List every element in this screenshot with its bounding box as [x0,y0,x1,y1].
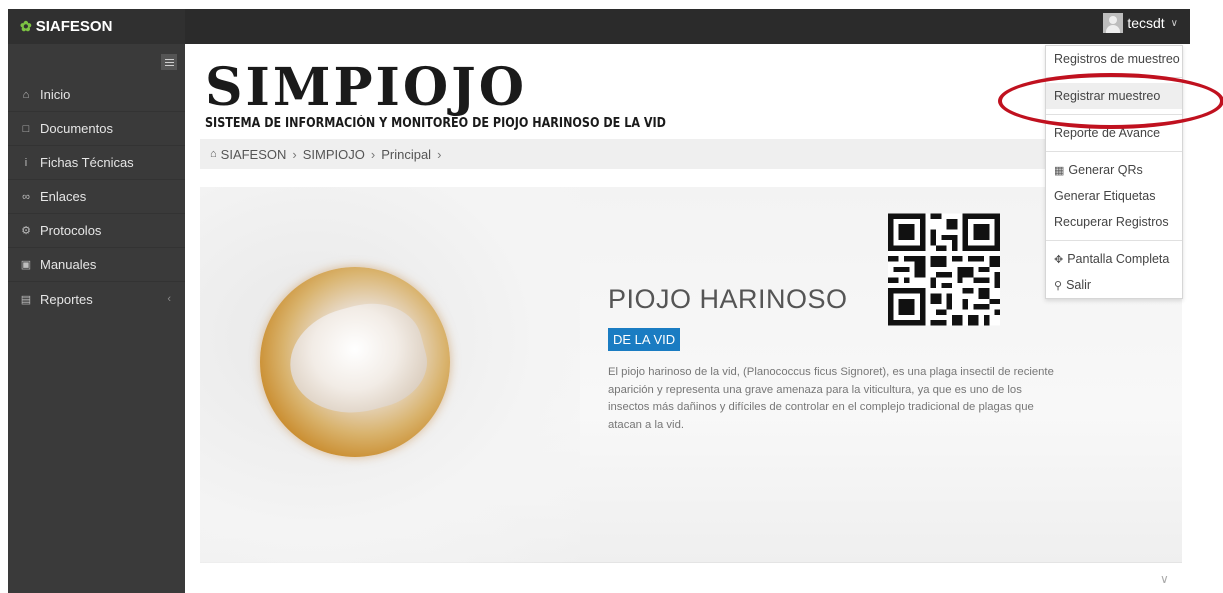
hero-title: PIOJO HARINOSO [608,284,848,314]
sidebar: ⌂ Inicio □ Documentos i Fichas Técnicas … [8,44,185,593]
menu-item-reporte-avance[interactable]: Reporte de Avance [1046,120,1182,146]
sidebar-item-manuales[interactable]: ▣ Manuales [8,248,185,282]
sidebar-item-label: Protocolos [40,223,102,238]
sidebar-item-protocolos[interactable]: ⚙ Protocolos [8,214,185,248]
book-icon: ▣ [20,259,32,271]
breadcrumb: ⌂ SIAFESON › SIMPIOJO › Principal › [200,139,1050,169]
info-icon: i [24,156,28,169]
sidebar-menu: ⌂ Inicio □ Documentos i Fichas Técnicas … [8,78,185,316]
folder-icon: □ [22,122,30,135]
menu-item-registrar-muestreo[interactable]: Registrar muestreo [1046,83,1182,109]
chevron-left-icon: ‹ [167,293,171,305]
qr-icon: ▦ [1054,164,1065,177]
brand-logo[interactable]: ✿ SIAFESON [8,9,185,44]
sidebar-toggle-button[interactable] [161,54,177,70]
sidebar-item-reportes[interactable]: ▤ Reportes ‹ [8,282,185,316]
user-menu[interactable]: tecsdt ∨ [1103,13,1178,33]
chevron-right-icon: › [437,146,442,162]
menu-divider [1046,77,1182,78]
home-icon: ⌂ [22,88,30,101]
menu-item-pantalla-completa[interactable]: ✥ Pantalla Completa [1046,246,1182,272]
breadcrumb-item[interactable]: SIAFESON [221,147,287,162]
logo-subtitle: SISTEMA DE INFORMACIÓN Y MONITOREO DE PI… [205,116,666,131]
user-name: tecsdt [1127,15,1165,31]
chevron-right-icon: › [292,146,297,162]
menu-item-registros-muestreo[interactable]: Registros de muestreo [1046,46,1182,72]
menu-item-salir[interactable]: ⚲ Salir [1046,272,1182,298]
hero-description: El piojo harinoso de la vid, (Planococcu… [608,366,1054,431]
sidebar-item-label: Enlaces [40,189,87,204]
sidebar-item-enlaces[interactable]: ∞ Enlaces [8,180,185,214]
app-logo: SIMPIOJO SISTEMA DE INFORMACIÓN Y MONITO… [205,57,741,132]
user-dropdown-menu: Registros de muestreo Registrar muestreo… [1045,45,1183,299]
top-navbar: ✿ SIAFESON tecsdt ∨ [8,9,1190,44]
mealybug-image [260,267,450,457]
logo-title: SIMPIOJO [205,57,528,118]
link-icon: ∞ [22,190,30,203]
chevron-right-icon: › [370,146,376,162]
sidebar-item-fichas-tecnicas[interactable]: i Fichas Técnicas [8,146,185,180]
sidebar-item-label: Fichas Técnicas [40,155,134,170]
menu-divider [1046,151,1182,152]
breadcrumb-item[interactable]: Principal [381,147,431,162]
qr-code [888,213,1000,326]
menu-item-recuperar-registros[interactable]: Recuperar Registros [1046,209,1182,235]
avatar-icon [1103,13,1124,33]
sidebar-item-label: Inicio [40,87,71,102]
key-icon: ⚲ [1054,279,1063,292]
hero-banner: PIOJO HARINOSO DE LA VID El piojo harino… [200,187,1182,563]
breadcrumb-item[interactable]: SIMPIOJO [303,147,365,162]
chevron-down-icon[interactable]: ∨ [1160,572,1169,586]
brand-name: SIAFESON [35,18,113,35]
file-icon: ▤ [20,293,32,306]
home-icon: ⌂ [210,148,217,160]
sidebar-item-documentos[interactable]: □ Documentos [8,112,185,146]
menu-divider [1046,114,1182,115]
sidebar-item-label: Documentos [40,121,113,136]
sidebar-item-label: Manuales [40,257,97,272]
chevron-down-icon: ∨ [1170,17,1178,29]
page: ✿ SIAFESON tecsdt ∨ ⌂ Inicio □ Documento… [0,0,1223,593]
sidebar-item-inicio[interactable]: ⌂ Inicio [8,78,185,112]
hero-badge: DE LA VID [608,328,681,351]
gear-icon: ⚙ [21,225,31,237]
menu-item-generar-etiquetas[interactable]: Generar Etiquetas [1046,183,1182,209]
leaf-icon: ✿ [20,18,32,34]
sidebar-item-label: Reportes [40,291,93,307]
menu-item-generar-qrs[interactable]: ▦ Generar QRs [1046,157,1182,183]
fullscreen-icon: ✥ [1054,253,1064,266]
menu-divider [1046,240,1182,241]
